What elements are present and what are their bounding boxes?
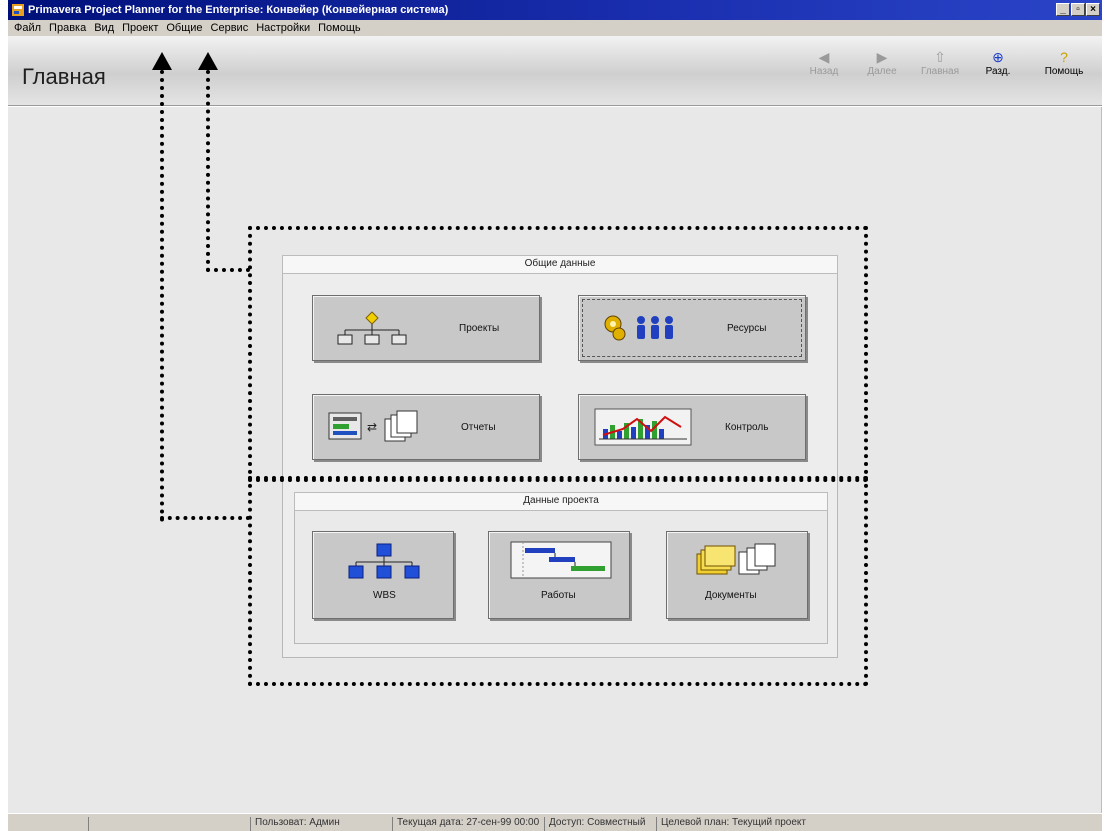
menu-help[interactable]: Помощь (314, 22, 365, 34)
help-label: Помощь (1044, 66, 1084, 77)
status-baseline: Целевой план: Текущий проект (656, 817, 856, 831)
window-title-bar: Primavera Project Planner for the Enterp… (8, 0, 1102, 20)
status-current-date: Текущая дата: 27-сен-99 00:00 (392, 817, 542, 831)
maximize-button[interactable]: ▫ (1071, 3, 1085, 16)
menu-bar: Файл Правка Вид Проект Общие Сервис Наст… (8, 20, 1102, 36)
directory-header: Главная ◀ Назад ▶ Далее ⇧ Главная ⊕ Разд… (8, 36, 1102, 106)
page-title: Главная (22, 64, 106, 89)
back-arrow-icon: ◀ (818, 49, 830, 65)
home-label: Главная (920, 66, 960, 77)
status-blank (88, 817, 248, 831)
status-bar: Пользоват: Админ Текущая дата: 27-сен-99… (8, 813, 1102, 831)
callout-arrowhead-enterprise (198, 52, 218, 70)
callout-line-enterprise-horizontal (206, 268, 250, 272)
callout-line-project-horizontal (160, 516, 250, 520)
menu-view[interactable]: Вид (90, 22, 118, 34)
sections-icon: ⊕ (992, 49, 1004, 65)
forward-button[interactable]: ▶ Далее (856, 48, 908, 77)
help-icon: ? (1060, 49, 1068, 65)
menu-admin[interactable]: Настройки (252, 22, 314, 34)
minimize-button[interactable]: _ (1056, 3, 1070, 16)
forward-arrow-icon: ▶ (876, 49, 888, 65)
status-access: Доступ: Совместный (544, 817, 654, 831)
callout-line-enterprise-vertical (206, 70, 210, 272)
window-title: Primavera Project Planner for the Enterp… (28, 4, 449, 16)
status-user: Пользоват: Админ (250, 817, 390, 831)
menu-file[interactable]: Файл (10, 22, 45, 34)
project-data-callout-frame (248, 476, 868, 686)
home-icon: ⇧ (934, 49, 946, 65)
close-button[interactable]: × (1086, 3, 1100, 16)
help-button[interactable]: ? Помощь (1038, 48, 1090, 77)
primavera-app-icon (12, 4, 24, 16)
general-data-callout-frame (248, 226, 868, 482)
home-button[interactable]: ⇧ Главная (914, 48, 966, 77)
callout-line-project-vertical (160, 70, 164, 522)
menu-tools[interactable]: Сервис (207, 22, 253, 34)
callout-arrowhead-project (152, 52, 172, 70)
forward-label: Далее (867, 66, 897, 77)
sections-label: Разд. (985, 66, 1011, 77)
sections-button[interactable]: ⊕ Разд. (972, 48, 1024, 77)
back-label: Назад (809, 66, 839, 77)
menu-enterprise[interactable]: Общие (162, 22, 206, 34)
menu-edit[interactable]: Правка (45, 22, 90, 34)
back-button[interactable]: ◀ Назад (798, 48, 850, 77)
menu-project[interactable]: Проект (118, 22, 162, 34)
